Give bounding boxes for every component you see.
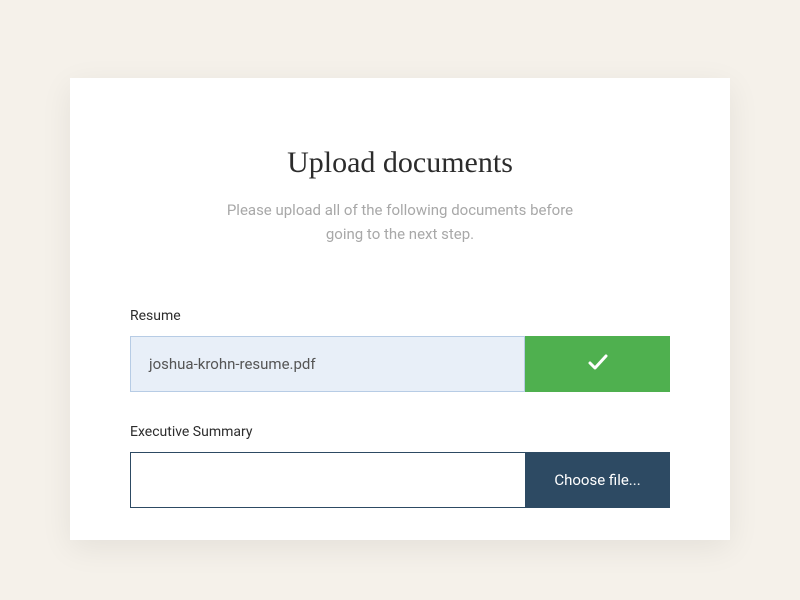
page-subtitle: Please upload all of the following docum…: [220, 198, 580, 246]
file-input-resume[interactable]: joshua-krohn-resume.pdf: [130, 336, 525, 392]
field-label-executive-summary: Executive Summary: [130, 424, 670, 440]
file-row-executive-summary: Choose file...: [130, 452, 670, 508]
choose-file-button[interactable]: Choose file...: [525, 452, 670, 508]
upload-card: Upload documents Please upload all of th…: [70, 78, 730, 540]
field-resume: Resume joshua-krohn-resume.pdf: [130, 308, 670, 392]
field-executive-summary: Executive Summary Choose file...: [130, 424, 670, 508]
page-title: Upload documents: [130, 146, 670, 180]
file-input-executive-summary[interactable]: [130, 452, 525, 508]
upload-success-button[interactable]: [525, 336, 670, 392]
field-label-resume: Resume: [130, 308, 670, 324]
file-row-resume: joshua-krohn-resume.pdf: [130, 336, 670, 392]
choose-file-label: Choose file...: [554, 471, 640, 489]
filename-resume: joshua-krohn-resume.pdf: [149, 355, 316, 373]
check-icon: [586, 350, 610, 378]
